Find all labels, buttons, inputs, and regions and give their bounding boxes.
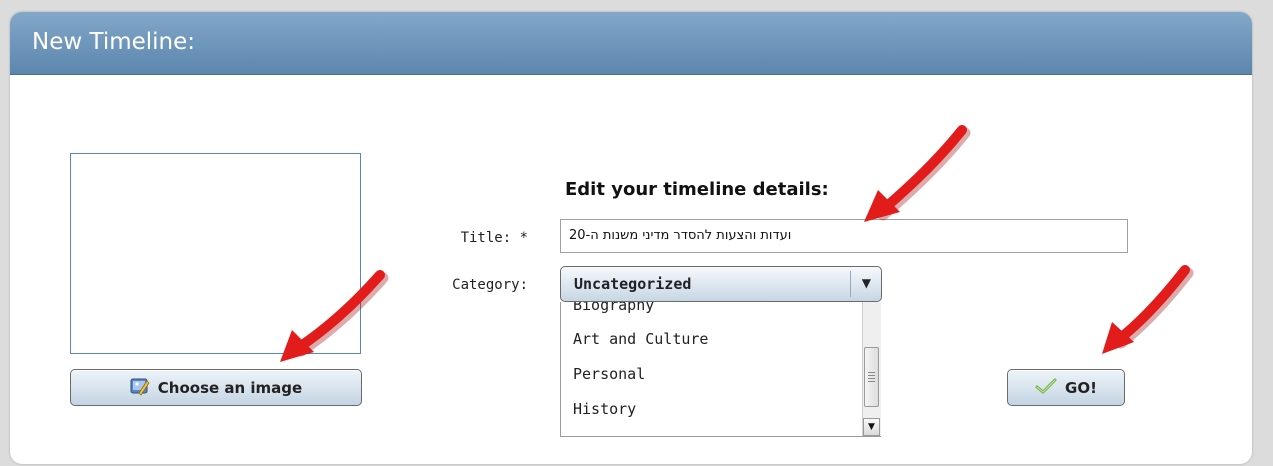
annotation-arrow-image (280, 270, 389, 362)
annotation-arrow-title (864, 125, 971, 222)
annotation-arrows (280, 125, 1194, 362)
annotation-arrow-go (1102, 265, 1194, 354)
